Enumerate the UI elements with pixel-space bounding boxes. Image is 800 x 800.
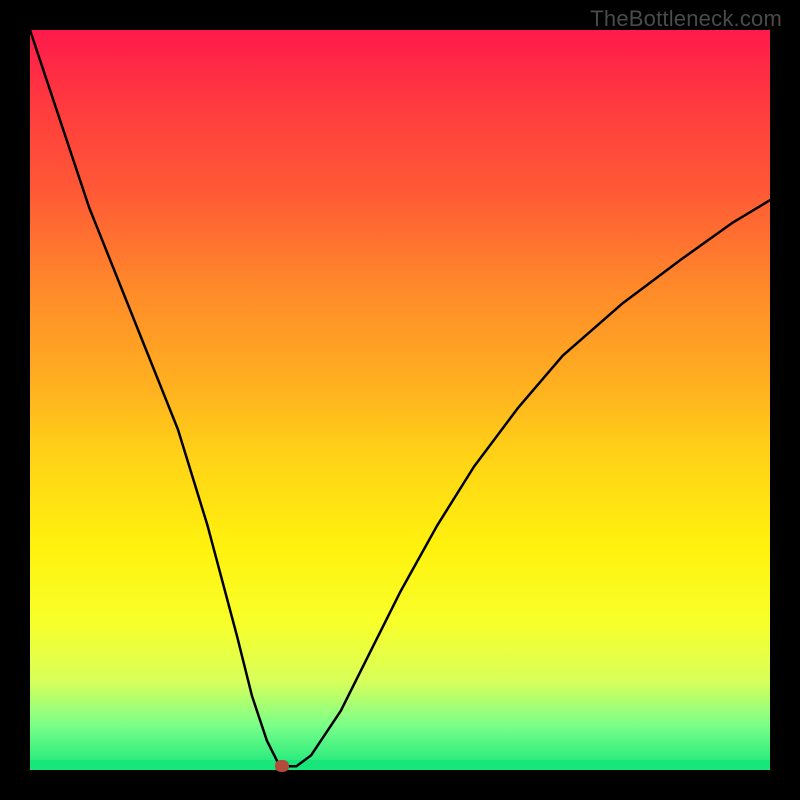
- optimum-point-icon: [275, 760, 289, 772]
- curve-svg: [30, 30, 770, 770]
- bottleneck-curve: [30, 30, 770, 766]
- chart-frame: TheBottleneck.com: [0, 0, 800, 800]
- watermark-text: TheBottleneck.com: [590, 6, 782, 32]
